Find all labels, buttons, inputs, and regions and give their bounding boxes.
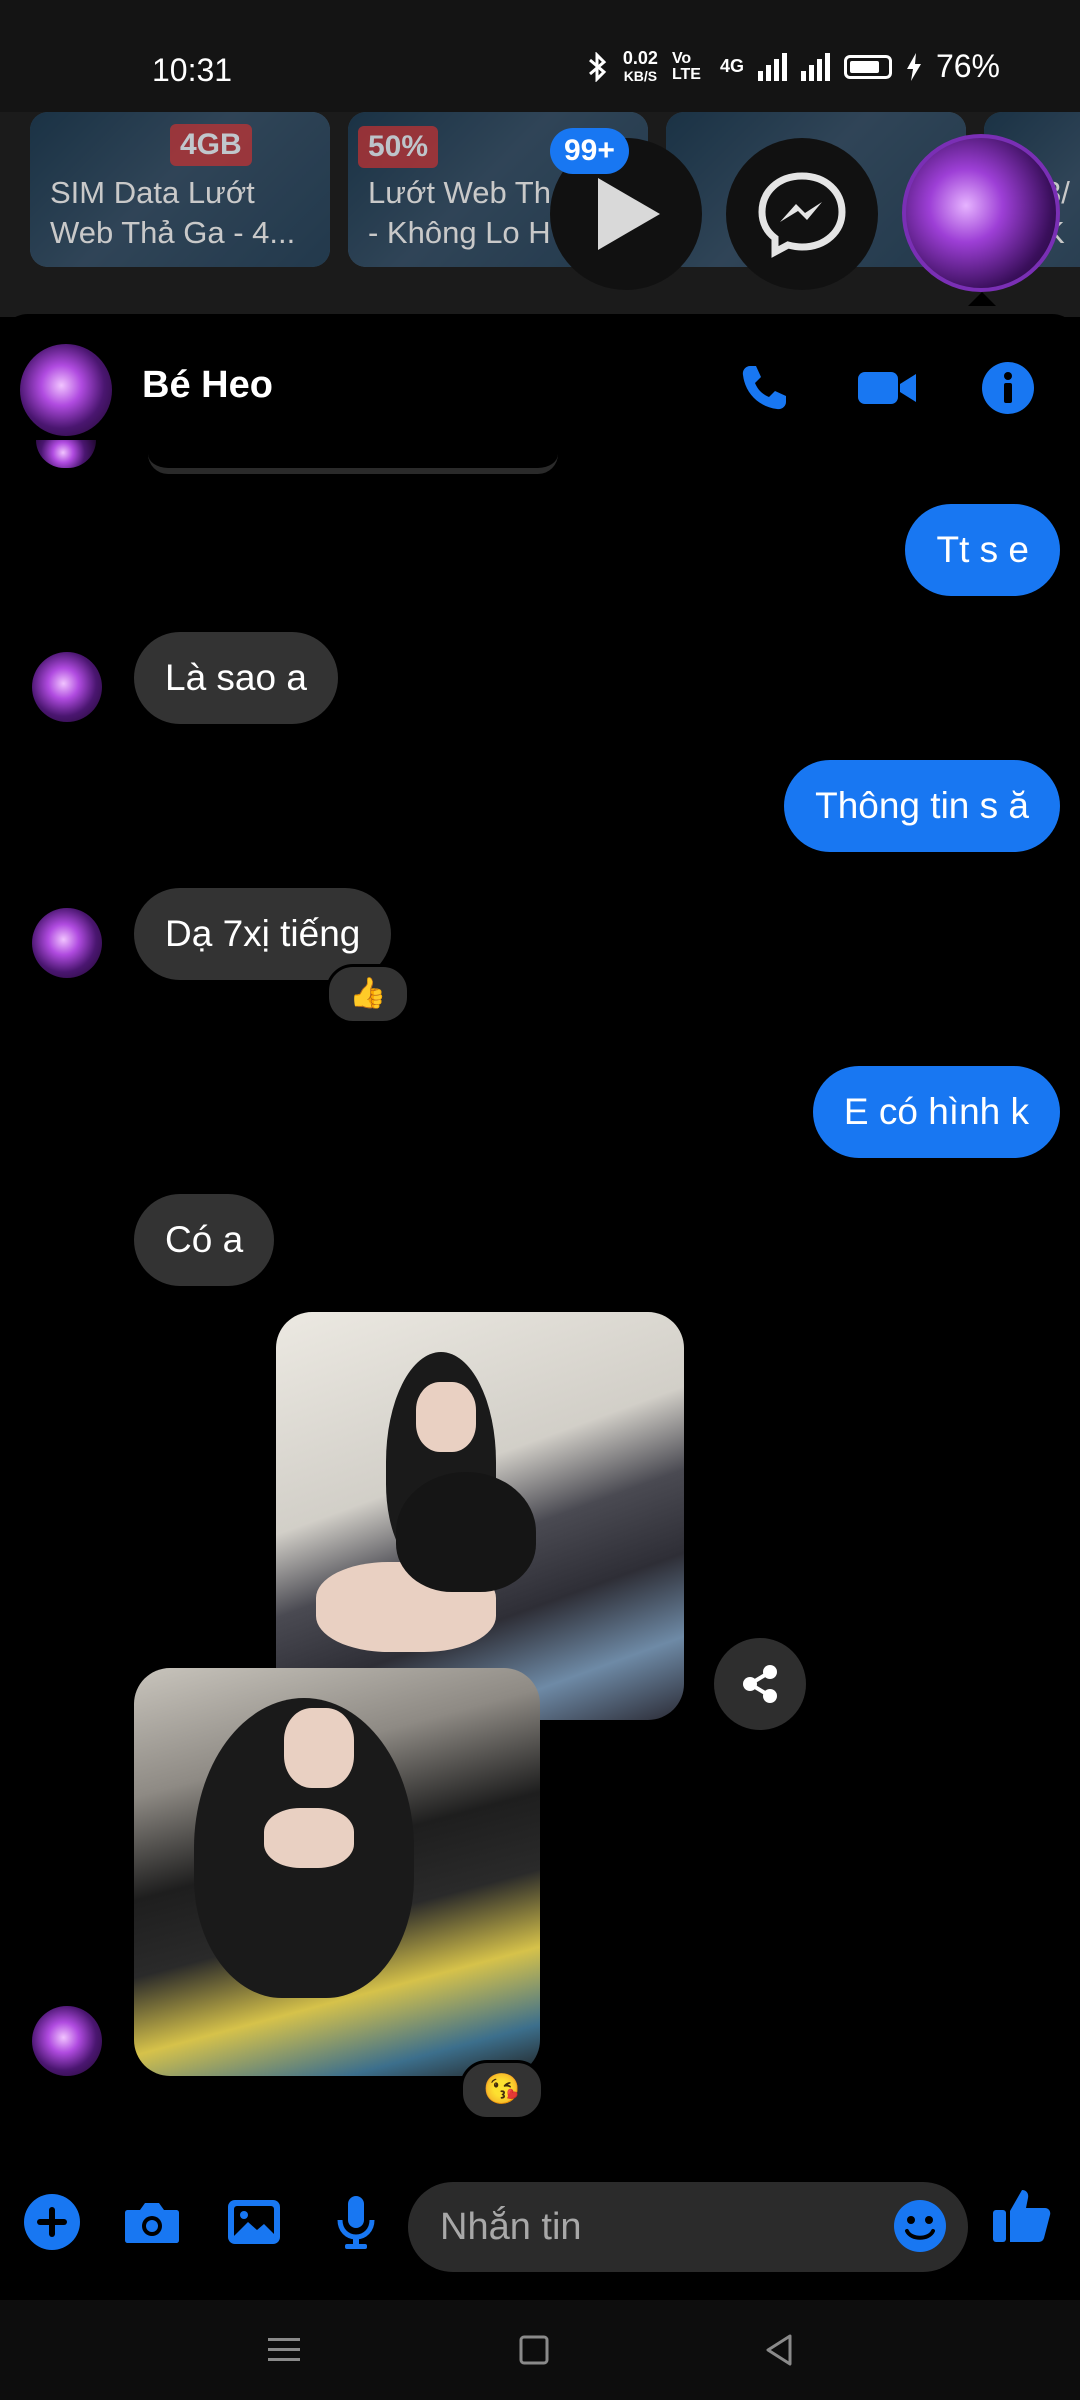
photo-figure-skin bbox=[416, 1382, 476, 1452]
photo-message[interactable] bbox=[276, 1312, 684, 1720]
photo-figure-skin bbox=[264, 1808, 354, 1868]
ad-badge: 50% bbox=[358, 126, 439, 168]
ad-badge: 4GB bbox=[170, 124, 252, 166]
emoji-icon[interactable] bbox=[890, 2196, 950, 2256]
contact-avatar[interactable] bbox=[20, 344, 112, 436]
message-input[interactable] bbox=[408, 2182, 968, 2272]
contact-name[interactable]: Bé Heo bbox=[142, 364, 273, 407]
ad-text: Lướt Web Th - Không Lo H bbox=[368, 175, 551, 250]
home-nav-icon[interactable] bbox=[508, 2324, 560, 2376]
battery-icon bbox=[843, 54, 892, 79]
previous-message-edge bbox=[148, 448, 558, 474]
network-speed: 0.02 KB/S bbox=[623, 49, 658, 85]
message-bubble-outgoing[interactable]: E có hình k bbox=[812, 1066, 1060, 1158]
network-speed-value: 0.02 bbox=[622, 47, 658, 68]
message-bubble-outgoing[interactable]: Thông tin s ă bbox=[784, 760, 1060, 852]
gallery-icon[interactable] bbox=[224, 2192, 284, 2252]
chat-head-pointer bbox=[968, 292, 996, 306]
like-icon[interactable] bbox=[990, 2184, 1054, 2248]
ad-text: SIM Data Lướt Web Thả Ga - 4... bbox=[50, 175, 296, 250]
message-bubble-incoming[interactable]: Có a bbox=[134, 1194, 275, 1286]
camera-icon[interactable] bbox=[122, 2192, 182, 2252]
bluetooth-icon bbox=[588, 51, 607, 82]
message-avatar bbox=[32, 652, 102, 722]
signal-icon-2 bbox=[800, 52, 830, 81]
signal-icon-1 bbox=[757, 52, 787, 81]
play-icon bbox=[598, 178, 660, 250]
photo-figure bbox=[396, 1472, 536, 1592]
messenger-icon bbox=[758, 172, 846, 258]
info-icon[interactable] bbox=[980, 360, 1036, 416]
back-nav-icon[interactable] bbox=[754, 2324, 806, 2376]
network-type: 4G bbox=[719, 56, 744, 76]
reaction-badge[interactable]: 😘 bbox=[460, 2060, 544, 2120]
messenger-chat-head[interactable] bbox=[726, 138, 878, 290]
charging-icon bbox=[906, 52, 921, 81]
volte-indicator: Vo LTE bbox=[671, 49, 701, 83]
microphone-icon[interactable] bbox=[326, 2192, 386, 2252]
ad-card[interactable]: 4GB SIM Data Lướt Web Thả Ga - 4... bbox=[30, 112, 330, 267]
message-avatar bbox=[32, 908, 102, 978]
reaction-badge[interactable]: 👍 bbox=[326, 964, 410, 1024]
plus-icon[interactable] bbox=[22, 2192, 82, 2252]
share-button[interactable] bbox=[714, 1638, 806, 1730]
phone-icon[interactable] bbox=[736, 360, 792, 416]
status-time: 10:31 bbox=[152, 52, 233, 88]
battery-percent: 76% bbox=[935, 48, 1000, 84]
status-icons: 0.02 KB/S Vo LTE 4G 76% bbox=[587, 48, 1000, 85]
message-bubble-incoming[interactable]: Là sao a bbox=[134, 632, 338, 724]
photo-message[interactable] bbox=[134, 1668, 540, 2076]
share-icon bbox=[743, 1665, 777, 1703]
photo-figure-skin bbox=[284, 1708, 354, 1788]
profile-chat-head[interactable] bbox=[902, 134, 1060, 292]
message-bubble-outgoing[interactable]: Tt s e bbox=[905, 504, 1060, 596]
message-avatar bbox=[32, 2006, 102, 2076]
menu-nav-icon[interactable] bbox=[258, 2324, 310, 2376]
video-call-icon[interactable] bbox=[856, 360, 918, 416]
notification-badge: 99+ bbox=[550, 128, 629, 174]
network-speed-unit: KB/S bbox=[623, 67, 658, 84]
